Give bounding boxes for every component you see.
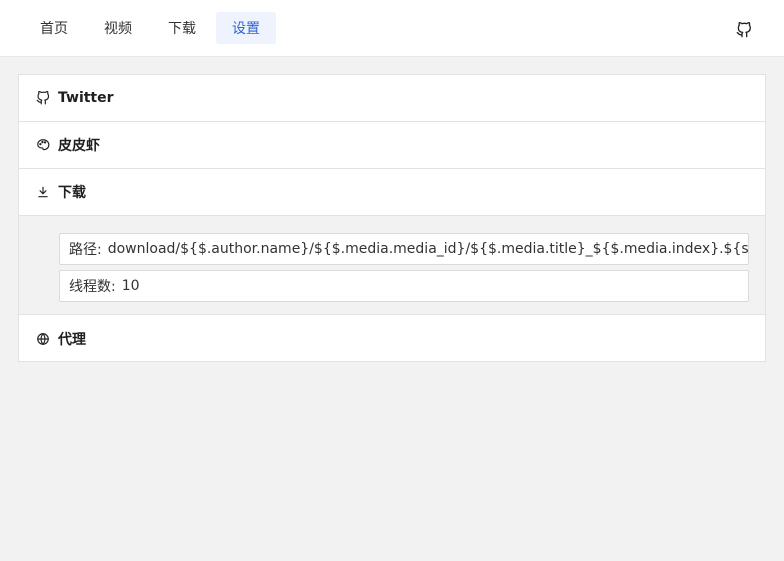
nav-tabs: 首页 视频 下载 设置	[24, 12, 280, 44]
settings-collapse-panel: Twitter 皮皮虾 下载 路径: download/${$.author.n…	[18, 74, 766, 362]
globe-icon	[35, 331, 51, 347]
section-title: Twitter	[58, 90, 114, 106]
section-title: 皮皮虾	[58, 138, 100, 154]
tab-settings[interactable]: 设置	[216, 12, 276, 44]
palette-icon	[35, 137, 51, 153]
section-twitter-header[interactable]: Twitter	[19, 75, 765, 122]
download-path-value[interactable]: download/${$.author.name}/${$.media.medi…	[108, 241, 748, 257]
download-path-field[interactable]: 路径: download/${$.author.name}/${$.media.…	[59, 233, 749, 265]
tab-download[interactable]: 下载	[152, 12, 212, 44]
section-download-header[interactable]: 下载	[19, 169, 765, 216]
thread-count-field[interactable]: 线程数: 10	[59, 270, 749, 302]
download-path-label: 路径:	[69, 242, 102, 258]
thread-count-label: 线程数:	[69, 279, 116, 295]
section-pipixia-header[interactable]: 皮皮虾	[19, 122, 765, 169]
section-download-body: 路径: download/${$.author.name}/${$.media.…	[19, 216, 765, 315]
tab-video[interactable]: 视频	[88, 12, 148, 44]
tab-home[interactable]: 首页	[24, 12, 84, 44]
download-icon	[35, 184, 51, 200]
section-title: 下载	[58, 185, 86, 201]
github-icon	[35, 90, 51, 106]
section-proxy-header[interactable]: 代理	[19, 315, 765, 362]
thread-count-value[interactable]: 10	[122, 278, 140, 294]
github-link-button[interactable]	[733, 19, 755, 41]
github-icon	[736, 22, 751, 38]
section-title: 代理	[58, 331, 86, 348]
top-navigation-bar: 首页 视频 下载 设置	[0, 0, 784, 57]
